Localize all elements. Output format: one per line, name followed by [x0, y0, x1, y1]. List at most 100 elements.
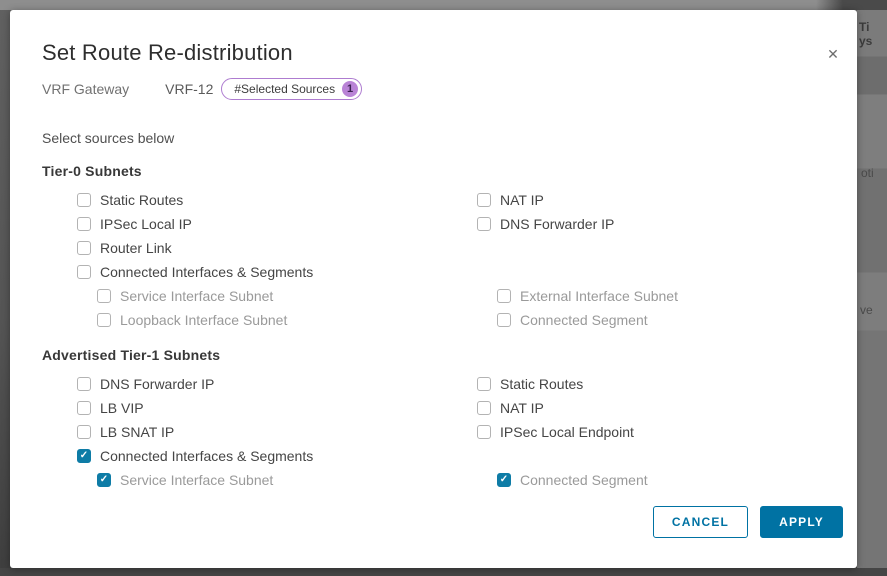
checked-checkbox-connected-segment[interactable]: ✓	[497, 473, 511, 487]
checkbox-router-link[interactable]	[77, 241, 91, 255]
cell-left: Service Interface Subnet	[42, 284, 442, 308]
selected-sources-count: 1	[342, 81, 358, 97]
checkbox-label: Loopback Interface Subnet	[120, 312, 287, 328]
checkmark-icon: ✓	[80, 449, 88, 463]
cell-right: Static Routes	[442, 372, 837, 396]
checkbox-nat-ip[interactable]	[477, 401, 491, 415]
cell-right: NAT IP	[442, 396, 837, 420]
cell-left: Static Routes	[42, 188, 442, 212]
backdrop-overlay-right	[857, 10, 887, 568]
checkmark-icon: ✓	[500, 473, 508, 487]
checkbox-dns-forwarder-ip[interactable]	[477, 217, 491, 231]
checkbox-item-tier-0-subnets-connected-segment[interactable]: Connected Segment	[497, 312, 648, 328]
checkbox-row: Service Interface Subnet External Interfa…	[42, 284, 837, 308]
cell-right: ✓ Connected Segment	[442, 468, 837, 492]
checkbox-service-interface-subnet[interactable]	[97, 289, 111, 303]
checkbox-label: Service Interface Subnet	[120, 288, 273, 304]
checkbox-row: ✓ Connected Interfaces & Segments	[42, 444, 837, 468]
dialog-footer: CANCEL APPLY	[653, 506, 843, 538]
checkbox-label: Service Interface Subnet	[120, 472, 273, 488]
checkbox-label: Router Link	[100, 240, 172, 256]
checkbox-row: Loopback Interface Subnet Connected Segme…	[42, 308, 837, 332]
checkbox-dns-forwarder-ip[interactable]	[77, 377, 91, 391]
cell-left: LB SNAT IP	[42, 420, 442, 444]
cell-left: Connected Interfaces & Segments	[42, 260, 442, 284]
backdrop-text-fragment: ve	[860, 303, 873, 317]
dialog-title: Set Route Re-distribution	[42, 40, 293, 66]
checkbox-lb-vip[interactable]	[77, 401, 91, 415]
checkbox-ipsec-local-ip[interactable]	[77, 217, 91, 231]
checkbox-item-tier-0-subnets-loopback-interface-subnet[interactable]: Loopback Interface Subnet	[97, 312, 287, 328]
backdrop-overlay-bottom	[0, 568, 887, 576]
checkbox-label: Connected Segment	[520, 312, 648, 328]
checkbox-label: DNS Forwarder IP	[100, 376, 214, 392]
vrf-gateway-row: VRF Gateway VRF-12 #Selected Sources 1	[42, 77, 362, 101]
cell-right: NAT IP	[442, 188, 837, 212]
checkbox-label: Connected Interfaces & Segments	[100, 448, 313, 464]
cell-left: Router Link	[42, 236, 442, 260]
checkbox-connected-segment[interactable]	[497, 313, 511, 327]
cell-left: Loopback Interface Subnet	[42, 308, 442, 332]
checkbox-static-routes[interactable]	[477, 377, 491, 391]
sections: Tier-0 Subnets Static Routes NAT IP IPSec L…	[42, 163, 837, 492]
cell-right: IPSec Local Endpoint	[442, 420, 837, 444]
checkbox-label: IPSec Local IP	[100, 216, 192, 232]
cell-right	[442, 260, 837, 284]
checkbox-item-tier-0-subnets-static-routes[interactable]: Static Routes	[77, 192, 183, 208]
checkbox-item-tier-0-subnets-service-interface-subnet[interactable]: Service Interface Subnet	[97, 288, 273, 304]
checkbox-external-interface-subnet[interactable]	[497, 289, 511, 303]
checkbox-row: ✓ Service Interface Subnet ✓ Connected Segm…	[42, 468, 837, 492]
checkbox-label: LB SNAT IP	[100, 424, 174, 440]
checkbox-connected-interfaces-segments[interactable]	[77, 265, 91, 279]
checkbox-loopback-interface-subnet[interactable]	[97, 313, 111, 327]
cell-left: ✓ Service Interface Subnet	[42, 468, 442, 492]
checkbox-item-advertised-tier-1-subnets-lb-snat-ip[interactable]: LB SNAT IP	[77, 424, 174, 440]
section-heading: Tier-0 Subnets	[42, 163, 837, 180]
checkbox-label: IPSec Local Endpoint	[500, 424, 634, 440]
cancel-button[interactable]: CANCEL	[653, 506, 748, 538]
checkmark-icon: ✓	[100, 473, 108, 487]
checkbox-item-advertised-tier-1-subnets-connected-segment[interactable]: ✓ Connected Segment	[497, 472, 648, 488]
checkbox-item-advertised-tier-1-subnets-service-interface-subnet[interactable]: ✓ Service Interface Subnet	[97, 472, 273, 488]
backdrop-text-fragment: Ti	[859, 20, 869, 34]
checkbox-item-tier-0-subnets-external-interface-subnet[interactable]: External Interface Subnet	[497, 288, 678, 304]
checkbox-item-advertised-tier-1-subnets-dns-forwarder-ip[interactable]: DNS Forwarder IP	[77, 376, 214, 392]
checkbox-row: DNS Forwarder IP Static Routes	[42, 372, 837, 396]
checkbox-item-advertised-tier-1-subnets-nat-ip[interactable]: NAT IP	[477, 400, 544, 416]
vrf-gateway-value: VRF-12	[165, 81, 213, 97]
checkbox-item-advertised-tier-1-subnets-connected-interfaces-segments[interactable]: ✓ Connected Interfaces & Segments	[77, 448, 313, 464]
section-tier-0-subnets: Tier-0 Subnets Static Routes NAT IP IPSec L…	[42, 163, 837, 332]
checkbox-nat-ip[interactable]	[477, 193, 491, 207]
cell-right	[442, 236, 837, 260]
checkbox-label: Static Routes	[500, 376, 583, 392]
checkbox-label: DNS Forwarder IP	[500, 216, 614, 232]
checked-checkbox-connected-interfaces-segments[interactable]: ✓	[77, 449, 91, 463]
checkbox-item-tier-0-subnets-nat-ip[interactable]: NAT IP	[477, 192, 544, 208]
checkbox-item-tier-0-subnets-ipsec-local-ip[interactable]: IPSec Local IP	[77, 216, 192, 232]
apply-button[interactable]: APPLY	[760, 506, 843, 538]
checkbox-item-tier-0-subnets-connected-interfaces-segments[interactable]: Connected Interfaces & Segments	[77, 264, 313, 280]
selected-sources-badge-label: #Selected Sources	[234, 82, 335, 96]
checkbox-label: NAT IP	[500, 192, 544, 208]
checkbox-row: IPSec Local IP DNS Forwarder IP	[42, 212, 837, 236]
checked-checkbox-service-interface-subnet[interactable]: ✓	[97, 473, 111, 487]
checkbox-item-tier-0-subnets-dns-forwarder-ip[interactable]: DNS Forwarder IP	[477, 216, 614, 232]
checkbox-item-advertised-tier-1-subnets-static-routes[interactable]: Static Routes	[477, 376, 583, 392]
checkbox-row: Connected Interfaces & Segments	[42, 260, 837, 284]
checkbox-item-advertised-tier-1-subnets-lb-vip[interactable]: LB VIP	[77, 400, 144, 416]
checkbox-lb-snat-ip[interactable]	[77, 425, 91, 439]
checkbox-label: Connected Segment	[520, 472, 648, 488]
checkbox-ipsec-local-endpoint[interactable]	[477, 425, 491, 439]
cell-left: ✓ Connected Interfaces & Segments	[42, 444, 442, 468]
close-icon[interactable]: ✕	[819, 40, 847, 68]
checkbox-static-routes[interactable]	[77, 193, 91, 207]
cell-right: DNS Forwarder IP	[442, 212, 837, 236]
cell-left: LB VIP	[42, 396, 442, 420]
checkbox-item-tier-0-subnets-router-link[interactable]: Router Link	[77, 240, 172, 256]
checkbox-item-advertised-tier-1-subnets-ipsec-local-endpoint[interactable]: IPSec Local Endpoint	[477, 424, 634, 440]
backdrop-overlay-top	[0, 0, 887, 10]
selected-sources-badge: #Selected Sources 1	[221, 78, 362, 100]
checkbox-row: Router Link	[42, 236, 837, 260]
checkbox-label: NAT IP	[500, 400, 544, 416]
vrf-gateway-label: VRF Gateway	[42, 81, 129, 97]
